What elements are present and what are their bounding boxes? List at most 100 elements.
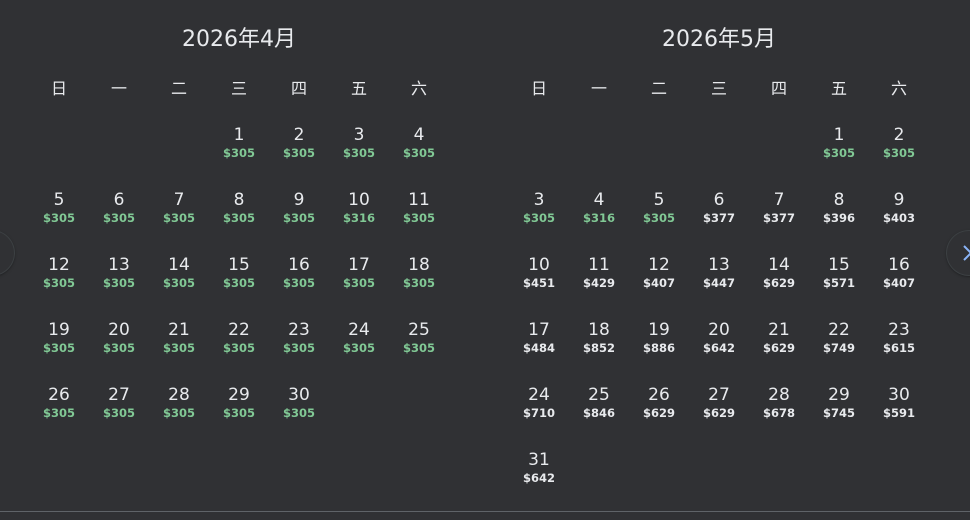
calendar-day-cell[interactable]: 29 $745: [809, 384, 869, 434]
calendar-day-cell[interactable]: 25 $846: [569, 384, 629, 434]
calendar-day-cell[interactable]: 9 $403: [869, 189, 929, 239]
day-number: 30: [288, 385, 310, 405]
calendar-day-cell[interactable]: 8 $396: [809, 189, 869, 239]
calendar-day-cell[interactable]: 3 $305: [329, 124, 389, 174]
calendar-day-cell[interactable]: 4 $316: [569, 189, 629, 239]
calendar-day-cell[interactable]: 20 $642: [689, 319, 749, 369]
calendar-day-cell[interactable]: 7 $305: [149, 189, 209, 239]
calendar-day-cell[interactable]: 23 $615: [869, 319, 929, 369]
calendar-day-cell[interactable]: 29 $305: [209, 384, 269, 434]
calendar-day-cell[interactable]: 1 $305: [809, 124, 869, 174]
day-price: $305: [402, 276, 435, 290]
calendar-day-cell[interactable]: 16 $407: [869, 254, 929, 304]
day-price: $305: [282, 341, 315, 355]
calendar-day-cell[interactable]: 14 $629: [749, 254, 809, 304]
day-number: 8: [233, 190, 245, 210]
calendar-day-cell[interactable]: 21 $305: [149, 319, 209, 369]
calendar-day-cell[interactable]: 4 $305: [389, 124, 449, 174]
calendar-day-cell[interactable]: 16 $305: [269, 254, 329, 304]
next-month-button[interactable]: [947, 231, 970, 275]
calendar-day-cell[interactable]: 12 $305: [29, 254, 89, 304]
calendar-day-cell[interactable]: 2 $305: [869, 124, 929, 174]
calendar-day-cell[interactable]: 9 $305: [269, 189, 329, 239]
calendar-day-cell[interactable]: 12 $407: [629, 254, 689, 304]
day-price: $745: [822, 406, 855, 420]
day-price: $451: [522, 276, 555, 290]
calendar-day-cell[interactable]: 2 $305: [269, 124, 329, 174]
calendar-day-cell[interactable]: 1 $305: [209, 124, 269, 174]
calendar-day-cell[interactable]: 27 $305: [89, 384, 149, 434]
calendar-day-cell[interactable]: 15 $571: [809, 254, 869, 304]
calendar-day-cell[interactable]: 25 $305: [389, 319, 449, 369]
calendar-day-cell[interactable]: 6 $377: [689, 189, 749, 239]
calendar-day-cell[interactable]: 21 $629: [749, 319, 809, 369]
calendar-day-cell[interactable]: 28 $305: [149, 384, 209, 434]
day-price: $305: [282, 276, 315, 290]
day-number: 14: [768, 255, 790, 275]
day-number: 12: [48, 255, 70, 275]
day-price: $305: [282, 406, 315, 420]
calendar-day-cell[interactable]: 11 $305: [389, 189, 449, 239]
calendar-day-cell[interactable]: 6 $305: [89, 189, 149, 239]
calendar-day-cell[interactable]: 20 $305: [89, 319, 149, 369]
calendar-day-cell[interactable]: 11 $429: [569, 254, 629, 304]
calendar-day-cell[interactable]: 13 $305: [89, 254, 149, 304]
calendar-day-cell[interactable]: 24 $710: [509, 384, 569, 434]
weekday-label: 一: [590, 79, 607, 98]
day-price: $407: [642, 276, 675, 290]
calendar-day-cell[interactable]: 31 $642: [509, 449, 569, 499]
calendar-day-cell[interactable]: 18 $305: [389, 254, 449, 304]
day-number: 25: [408, 320, 430, 340]
weekday-label: 日: [530, 79, 547, 98]
weekday-label: 六: [410, 79, 427, 98]
calendar-day-cell[interactable]: 26 $305: [29, 384, 89, 434]
calendar-day-cell[interactable]: 23 $305: [269, 319, 329, 369]
calendar-day-cell[interactable]: 19 $886: [629, 319, 689, 369]
day-number: 22: [228, 320, 250, 340]
calendar-day-cell[interactable]: 19 $305: [29, 319, 89, 369]
calendar-day-cell[interactable]: 22 $305: [209, 319, 269, 369]
calendar-day-cell[interactable]: 27 $629: [689, 384, 749, 434]
day-number: 16: [888, 255, 910, 275]
calendar-day-cell[interactable]: 5 $305: [29, 189, 89, 239]
day-price: $305: [342, 341, 375, 355]
day-number: 19: [48, 320, 70, 340]
calendar-day-cell[interactable]: 17 $484: [509, 319, 569, 369]
day-number: 23: [288, 320, 310, 340]
calendar-day-cell[interactable]: 5 $305: [629, 189, 689, 239]
calendar-day-cell[interactable]: 10 $316: [329, 189, 389, 239]
calendar-day-cell[interactable]: 3 $305: [509, 189, 569, 239]
day-number: 4: [413, 125, 425, 145]
day-price: $629: [702, 406, 735, 420]
prev-month-button[interactable]: [0, 231, 14, 275]
calendar-day-cell[interactable]: 7 $377: [749, 189, 809, 239]
day-number: 3: [533, 190, 545, 210]
day-number: 29: [228, 385, 250, 405]
day-number: 4: [593, 190, 605, 210]
calendar-day-cell[interactable]: 18 $852: [569, 319, 629, 369]
day-price: $305: [402, 146, 435, 160]
calendar-day-cell[interactable]: 30 $591: [869, 384, 929, 434]
day-number: 28: [168, 385, 190, 405]
day-price: $429: [582, 276, 615, 290]
calendar-day-cell[interactable]: 17 $305: [329, 254, 389, 304]
calendar-day-cell[interactable]: 28 $678: [749, 384, 809, 434]
day-price: $403: [882, 211, 915, 225]
day-number: 5: [53, 190, 65, 210]
calendar-day-cell[interactable]: 14 $305: [149, 254, 209, 304]
weekday-label: 三: [230, 79, 247, 98]
day-number: 5: [653, 190, 665, 210]
calendar-day-cell[interactable]: 30 $305: [269, 384, 329, 434]
calendar-day-cell[interactable]: 8 $305: [209, 189, 269, 239]
calendar-day-cell[interactable]: 13 $447: [689, 254, 749, 304]
calendar-day-cell[interactable]: 22 $749: [809, 319, 869, 369]
calendar-day-cell[interactable]: 26 $629: [629, 384, 689, 434]
day-number: 18: [408, 255, 430, 275]
calendar-day-cell[interactable]: 15 $305: [209, 254, 269, 304]
calendar-day-cell[interactable]: 24 $305: [329, 319, 389, 369]
calendar-day-cell[interactable]: 10 $451: [509, 254, 569, 304]
day-number: 6: [713, 190, 725, 210]
day-price: $396: [822, 211, 855, 225]
day-price: $305: [642, 211, 675, 225]
day-number: 26: [48, 385, 70, 405]
